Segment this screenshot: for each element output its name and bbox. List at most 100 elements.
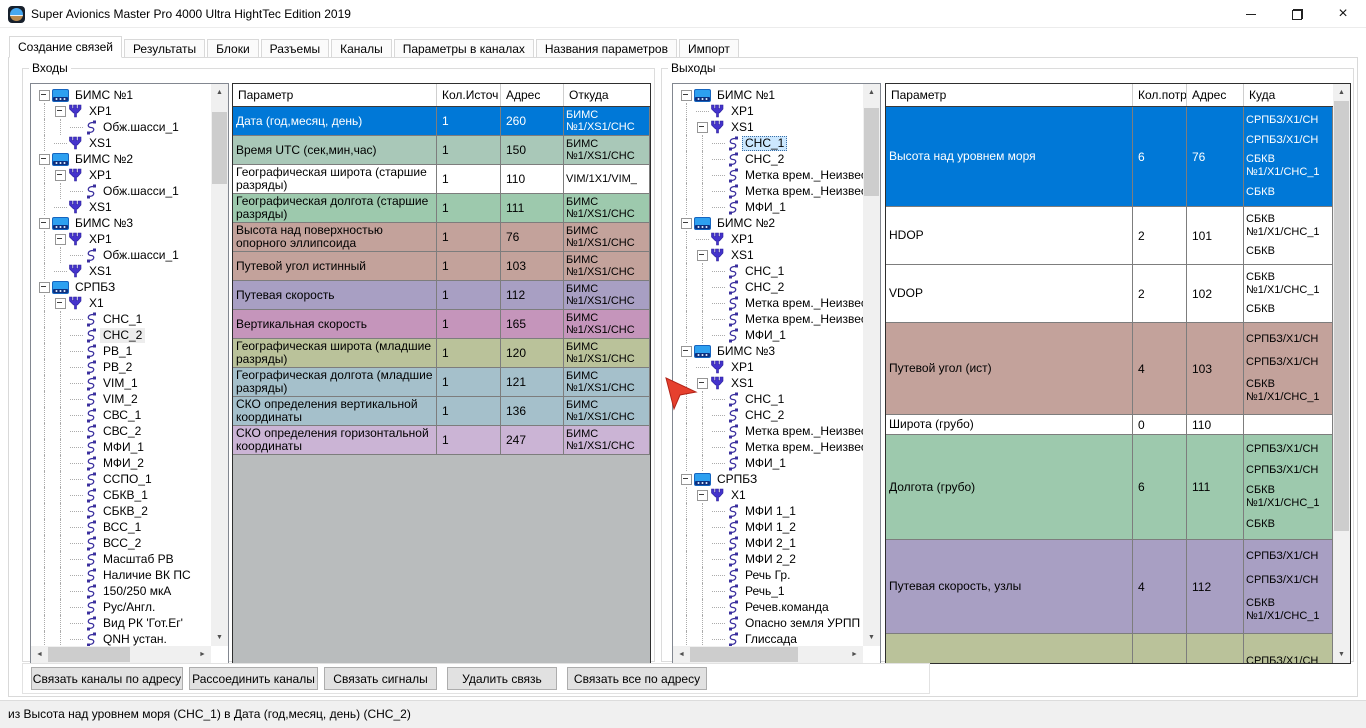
tree-item[interactable]: Метка врем._Неизвестн bbox=[678, 295, 863, 311]
horizontal-scrollbar[interactable]: ◄► bbox=[673, 646, 863, 663]
tab-Импорт[interactable]: Импорт bbox=[679, 39, 739, 58]
tree-item[interactable]: XP1 bbox=[36, 103, 211, 119]
tree-item[interactable]: XS1 bbox=[678, 119, 863, 135]
vertical-scrollbar[interactable]: ▲▼ bbox=[1333, 84, 1350, 663]
scroll-down-arrow[interactable]: ▼ bbox=[863, 629, 880, 646]
action-button-3[interactable]: Связать сигналы bbox=[324, 667, 437, 690]
table-row[interactable]: Высота над поверхностью опорного эллипсо… bbox=[233, 223, 650, 252]
scroll-up-arrow[interactable]: ▲ bbox=[1333, 84, 1350, 101]
table-row[interactable]: Географическая широта (старшие разряды)1… bbox=[233, 165, 650, 194]
tree-item[interactable]: РВ_1 bbox=[36, 343, 211, 359]
tree-item[interactable]: МФИ 2_1 bbox=[678, 535, 863, 551]
tree-item[interactable]: СБКВ_2 bbox=[36, 503, 211, 519]
column-header-4[interactable]: Откуда bbox=[564, 84, 650, 106]
tree-item[interactable]: СНС_1 bbox=[678, 263, 863, 279]
table-row[interactable]: Широта (грубо)0110 bbox=[886, 415, 1333, 435]
table-row[interactable]: СКО определения горизонтальной координат… bbox=[233, 426, 650, 455]
tree-item[interactable]: Глиссада bbox=[678, 631, 863, 646]
scroll-left-arrow[interactable]: ◄ bbox=[673, 646, 690, 663]
tree-item[interactable]: СНС_2 bbox=[678, 151, 863, 167]
scroll-left-arrow[interactable]: ◄ bbox=[31, 646, 48, 663]
tree-item[interactable]: МФИ_1 bbox=[678, 199, 863, 215]
tree-item[interactable]: XS1 bbox=[678, 247, 863, 263]
table-row[interactable]: HDOP2101СБКВ №1/X1/СНС_1СБКВ bbox=[886, 207, 1333, 265]
column-header-2[interactable]: Кол.потре bbox=[1133, 84, 1187, 106]
tree-item[interactable]: МФИ_2 bbox=[36, 455, 211, 471]
tree-expander-collapse[interactable] bbox=[678, 471, 694, 487]
tree-item[interactable]: XP1 bbox=[678, 359, 863, 375]
tree-expander-collapse[interactable] bbox=[52, 103, 68, 119]
tab-Создание связей[interactable]: Создание связей bbox=[9, 36, 122, 58]
tree-item[interactable]: Обж.шасси_1 bbox=[36, 247, 211, 263]
tree-item[interactable]: XS1 bbox=[36, 135, 211, 151]
tree-expander-collapse[interactable] bbox=[36, 215, 52, 231]
tree-expander-collapse[interactable] bbox=[36, 87, 52, 103]
tab-Каналы[interactable]: Каналы bbox=[331, 39, 392, 58]
tree-item[interactable]: Обж.шасси_1 bbox=[36, 119, 211, 135]
tree-item[interactable]: Наличие ВК ПС bbox=[36, 567, 211, 583]
tab-Блоки[interactable]: Блоки bbox=[207, 39, 259, 58]
tree-item[interactable]: БИМС №3 bbox=[678, 343, 863, 359]
tree-item[interactable]: МФИ_1 bbox=[678, 327, 863, 343]
tab-Названия параметров[interactable]: Названия параметров bbox=[536, 39, 677, 58]
tree-item[interactable]: МФИ 2_2 bbox=[678, 551, 863, 567]
restore-button[interactable] bbox=[1274, 0, 1320, 28]
scroll-thumb[interactable] bbox=[1334, 101, 1349, 531]
tree-item[interactable]: СНС_1 bbox=[678, 391, 863, 407]
column-header-1[interactable]: Параметр bbox=[886, 84, 1133, 106]
tree-item[interactable]: QNH устан. bbox=[36, 631, 211, 646]
tree-item[interactable]: СНС_2 bbox=[678, 407, 863, 423]
tree-item[interactable]: Рус/Англ. bbox=[36, 599, 211, 615]
tree-item[interactable]: БИМС №1 bbox=[678, 87, 863, 103]
tree-expander-collapse[interactable] bbox=[694, 487, 710, 503]
tree-item[interactable]: МФИ_1 bbox=[678, 455, 863, 471]
table-row[interactable]: Путевой угол (ист)4103СРПБЗ/X1/СНСРПБЗ/X… bbox=[886, 323, 1333, 415]
tree-item[interactable]: МФИ 1_1 bbox=[678, 503, 863, 519]
table-row[interactable]: Высота над уровнем моря676СРПБЗ/X1/СНСРП… bbox=[886, 107, 1333, 207]
tree-item[interactable]: VIM_2 bbox=[36, 391, 211, 407]
vertical-scrollbar[interactable]: ▲▼ bbox=[863, 84, 880, 646]
tab-Результаты[interactable]: Результаты bbox=[124, 39, 205, 58]
vertical-scrollbar[interactable]: ▲▼ bbox=[211, 84, 228, 646]
column-header-2[interactable]: Кол.Источ bbox=[437, 84, 501, 106]
tree-expander-collapse[interactable] bbox=[52, 167, 68, 183]
scroll-right-arrow[interactable]: ► bbox=[194, 646, 211, 663]
scroll-down-arrow[interactable]: ▼ bbox=[1333, 646, 1350, 663]
tree-item[interactable]: МФИ_1 bbox=[36, 439, 211, 455]
tree-item[interactable]: СВС_2 bbox=[36, 423, 211, 439]
table-row[interactable]: Путевая скорость, узлы4112СРПБЗ/X1/СНСРП… bbox=[886, 540, 1333, 634]
tree-item[interactable]: Метка врем._Неизвестн bbox=[678, 183, 863, 199]
tree-item[interactable]: ВСС_2 bbox=[36, 535, 211, 551]
tree-expander-collapse[interactable] bbox=[36, 279, 52, 295]
tree-item[interactable]: XS1 bbox=[36, 263, 211, 279]
tree-expander-collapse[interactable] bbox=[52, 295, 68, 311]
tree-item[interactable]: СНС_2 bbox=[36, 327, 211, 343]
tree-item[interactable]: СНС_1 bbox=[678, 135, 863, 151]
tree-item[interactable]: СВС_1 bbox=[36, 407, 211, 423]
tree-item[interactable]: Речь_1 bbox=[678, 583, 863, 599]
table-row[interactable]: Долгота (грубо)6111СРПБЗ/X1/СНСРПБЗ/X1/С… bbox=[886, 435, 1333, 540]
tree-item[interactable]: БИМС №1 bbox=[36, 87, 211, 103]
tree-item[interactable]: СРПБЗ bbox=[36, 279, 211, 295]
close-button[interactable]: × bbox=[1320, 0, 1366, 28]
scroll-down-arrow[interactable]: ▼ bbox=[211, 629, 228, 646]
table-row[interactable]: Путевая скорость1112БИМС №1/XS1/СНС bbox=[233, 281, 650, 310]
tree-item[interactable]: МФИ 1_2 bbox=[678, 519, 863, 535]
table-row[interactable]: Время UTC (сек,мин,час)1150БИМС №1/XS1/С… bbox=[233, 136, 650, 165]
tree-item[interactable]: Речь Гр. bbox=[678, 567, 863, 583]
column-header-4[interactable]: Куда bbox=[1244, 84, 1333, 106]
scroll-thumb[interactable] bbox=[864, 108, 879, 196]
action-button-1[interactable]: Связать каналы по адресу bbox=[31, 667, 183, 690]
tree-expander-collapse[interactable] bbox=[678, 87, 694, 103]
tree-item[interactable]: СНС_2 bbox=[678, 279, 863, 295]
tree-item[interactable]: РВ_2 bbox=[36, 359, 211, 375]
tree-item[interactable]: БИМС №3 bbox=[36, 215, 211, 231]
tree-item[interactable]: X1 bbox=[36, 295, 211, 311]
tree-expander-collapse[interactable] bbox=[694, 247, 710, 263]
tree-item[interactable]: XS1 bbox=[678, 375, 863, 391]
table-row[interactable]: Широта (точно)4120СРПБЗ/X1/СНСРПБЗ/X1/СН bbox=[886, 634, 1333, 664]
tree-expander-collapse[interactable] bbox=[694, 119, 710, 135]
action-button-4[interactable]: Удалить связь bbox=[447, 667, 557, 690]
tree-item[interactable]: Метка врем._Неизвестн bbox=[678, 311, 863, 327]
tree-item[interactable]: СБКВ_1 bbox=[36, 487, 211, 503]
